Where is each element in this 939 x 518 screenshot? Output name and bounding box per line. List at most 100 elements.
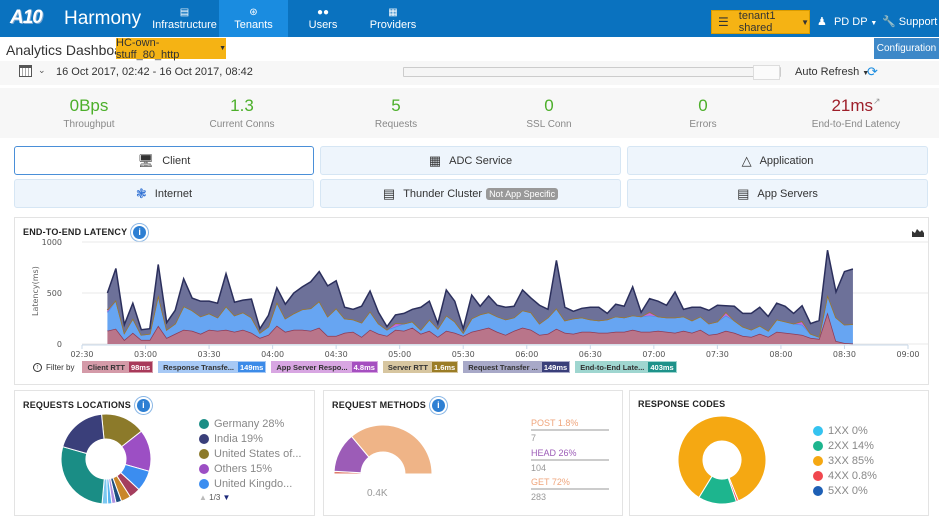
x-tick-label: 03:00 [134,350,157,359]
locations-title: REQUESTS LOCATIONS [23,399,131,410]
method-label: HEAD 26% [531,448,609,461]
filter-chip-value: 98ms [128,362,153,372]
filter-chip-label: Client RTT [87,362,125,372]
location-slice[interactable] [62,413,105,455]
x-tick-label: 06:30 [579,350,602,359]
method-slice[interactable] [350,424,433,475]
method-legend-item[interactable]: POST 1.8% 7 [531,418,609,443]
legend-label: 1XX 0% [828,424,868,437]
filter-chip-label: End-to-End Late... [580,362,645,372]
legend-dot [813,440,823,451]
legend-dot [199,418,209,429]
legend-item[interactable]: 3XX 85% [813,453,877,468]
filter-by-text: Filter by [46,362,75,372]
info-icon[interactable]: i [136,399,150,412]
filter-chip[interactable]: End-to-End Late... 403ms [575,361,677,373]
legend-label: 2XX 14% [828,439,874,452]
legend-item[interactable]: Germany 28% [199,416,301,431]
x-tick-label: 05:00 [388,350,411,359]
y-tick-label: 1000 [42,238,62,247]
method-count: 104 [531,463,547,473]
legend-item[interactable]: India 19% [199,431,301,446]
filter-chips: Client RTT 98ms Response Transfe... 149ms Ap… [82,361,681,373]
x-tick-label: 02:30 [70,350,93,359]
methods-title: REQUEST METHODS [332,399,427,410]
locations-legend: Germany 28% India 19% United States of... O… [199,416,301,502]
filter-chip[interactable]: Client RTT 98ms [82,361,154,373]
y-axis-label: Latency(ms) [31,266,40,316]
method-count: 7 [531,433,537,443]
response-codes-title: RESPONSE CODES [638,399,726,409]
legend-dot [199,433,209,444]
legend-item[interactable]: 2XX 14% [813,438,877,453]
legend-label: 5XX 0% [828,484,868,497]
page-up-icon[interactable]: ▲ [199,493,207,502]
page-indicator: 1/3 [209,493,221,502]
page-down-icon[interactable]: ▼ [223,493,231,502]
x-tick-label: 06:00 [515,350,538,359]
x-tick-label: 08:00 [769,350,792,359]
filter-chip-label: App Server Respo... [276,362,348,372]
x-tick-label: 08:30 [833,350,856,359]
filter-chip-value: 4.8ms [351,362,377,372]
x-tick-label: 07:00 [642,350,665,359]
filter-chip-value: 149ms [238,362,266,372]
legend-label: 4XX 0.8% [828,469,877,482]
filter-chip-value: 149ms [541,362,570,372]
panel-title: REQUEST METHODS i [332,399,446,412]
x-tick-label: 07:30 [706,350,729,359]
filter-chip[interactable]: Response Transfe... 149ms [158,361,267,373]
method-legend-item[interactable]: HEAD 26% 104 [531,448,609,473]
filter-chip-value: 1.6ms [431,362,458,372]
filter-chip-label: Server RTT [387,362,428,372]
legend-label: 3XX 85% [828,454,874,467]
panel-title: REQUESTS LOCATIONS i [23,399,150,412]
legend-label: Germany 28% [214,417,285,430]
filter-chip[interactable]: App Server Respo... 4.8ms [271,361,378,373]
method-label: GET 72% [531,477,609,490]
legend-dot [813,425,823,436]
panel-title: RESPONSE CODES [638,399,725,409]
y-tick-label: 500 [47,289,62,298]
legend-dot [199,478,209,489]
legend-dot [813,470,823,481]
method-label: POST 1.8% [531,418,609,431]
legend-item[interactable]: United States of... [199,446,301,461]
collapse-icon[interactable]: ↑ [33,362,42,372]
legend-item[interactable]: Others 15% [199,461,301,476]
filter-by-label: ↑ Filter by [33,362,75,372]
response-codes-donut[interactable] [677,415,767,505]
location-slice[interactable] [60,446,105,505]
legend-dot [813,485,823,496]
filter-chip[interactable]: Request Transfer ... 149ms [463,361,571,373]
legend-item[interactable]: 4XX 0.8% [813,468,877,483]
legend-label: United Kingdo... [214,477,293,490]
legend-dot [199,463,209,474]
x-tick-label: 05:30 [452,350,475,359]
legend-item[interactable]: 1XX 0% [813,423,877,438]
y-tick-label: 0 [57,340,62,349]
legend-dot [813,455,823,466]
filter-chip-label: Response Transfe... [163,362,234,372]
x-tick-label: 09:00 [896,350,919,359]
legend-dot [199,448,209,459]
response-codes-panel: RESPONSE CODES [629,390,929,516]
x-tick-label: 04:00 [261,350,284,359]
latency-filter-row: ↑ Filter by Client RTT 98ms Response Transf… [33,361,682,373]
legend-label: Others 15% [214,462,273,475]
info-icon[interactable]: i [432,399,446,412]
methods-half-donut[interactable] [333,424,433,476]
legend-label: United States of... [214,447,302,460]
method-legend-item[interactable]: GET 72% 283 [531,477,609,502]
filter-chip[interactable]: Server RTT 1.6ms [382,361,459,373]
method-count: 283 [531,492,547,502]
legend-item[interactable]: United Kingdo... [199,476,301,491]
methods-total: 0.4K [367,488,388,499]
response-codes-legend: 1XX 0% 2XX 14% 3XX 85% 4XX 0.8% 5XX 0% [813,423,877,498]
filter-chip-label: Request Transfer ... [468,362,538,372]
locations-donut[interactable] [60,413,152,505]
x-tick-label: 04:30 [325,350,348,359]
x-tick-label: 03:30 [198,350,221,359]
legend-label: India 19% [214,432,263,445]
legend-item[interactable]: 5XX 0% [813,483,877,498]
